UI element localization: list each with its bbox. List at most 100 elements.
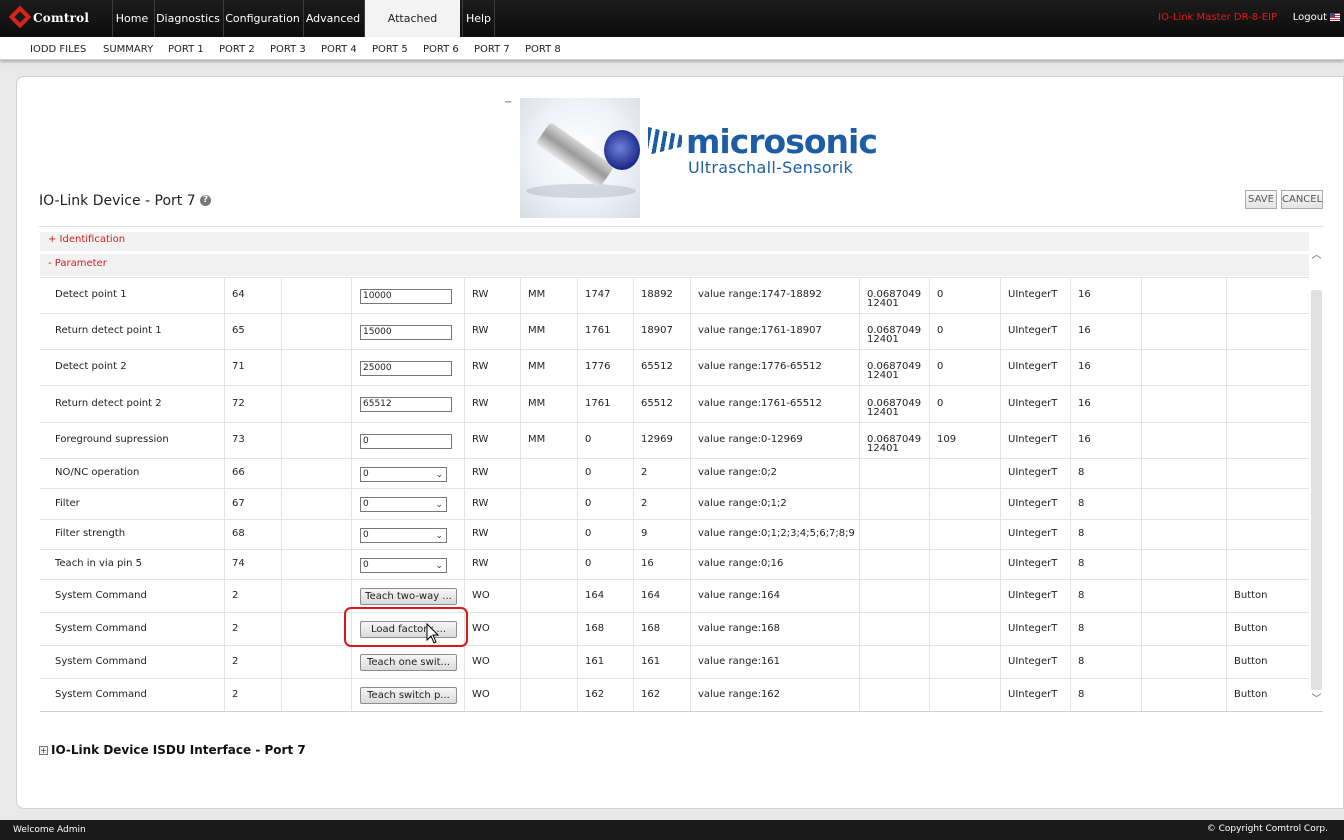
- system-command-button[interactable]: Teach two-way ...: [360, 588, 457, 605]
- subnav-port-7[interactable]: PORT 7: [474, 44, 510, 55]
- expand-isdu-icon[interactable]: +: [39, 746, 48, 755]
- table-cell: [281, 459, 351, 488]
- table-cell: [1226, 550, 1309, 579]
- comtrol-logo-icon: [8, 5, 32, 29]
- table-cell: UIntegerT: [1000, 550, 1070, 579]
- cell-range: value range:0;16: [698, 558, 784, 569]
- table-cell: 8: [1070, 679, 1141, 711]
- table-cell: value range:0;1;2: [690, 489, 859, 519]
- cell-bits: 16: [1078, 361, 1091, 372]
- scroll-down-icon[interactable]: ﹀: [1311, 690, 1322, 705]
- table-cell: 25000: [351, 350, 464, 385]
- parameter-section-toggle[interactable]: - Parameter: [40, 254, 1309, 276]
- subnav-port-8[interactable]: PORT 8: [525, 44, 561, 55]
- table-cell: Filter: [40, 489, 224, 519]
- table-cell: 1761: [577, 314, 633, 349]
- top-nav-bar: Comtrol Home Diagnostics Configuration A…: [0, 0, 1344, 62]
- table-row: Detect point 2 71 25000 RW MM 1776 65512 value …: [40, 349, 1309, 385]
- cell-index: 2: [232, 655, 239, 667]
- value-input[interactable]: 10000: [360, 288, 452, 304]
- table-cell: [281, 679, 351, 711]
- value-select[interactable]: 0 ⌄: [360, 557, 447, 573]
- value-select[interactable]: 0 ⌄: [360, 466, 447, 482]
- table-cell: UIntegerT: [1000, 613, 1070, 645]
- system-command-button[interactable]: Teach one swit...: [360, 654, 457, 671]
- subnav-port-5[interactable]: PORT 5: [372, 44, 408, 55]
- subnav-port-1[interactable]: PORT 1: [168, 44, 204, 55]
- welcome-text: Welcome Admin: [13, 825, 86, 835]
- table-cell: [281, 278, 351, 313]
- save-button[interactable]: SAVE: [1245, 190, 1277, 209]
- table-cell: 8: [1070, 550, 1141, 579]
- system-command-button[interactable]: Teach switch p...: [360, 687, 457, 704]
- vendor-subtitle: Ultraschall-Sensorik: [688, 158, 854, 177]
- table-cell: [520, 550, 577, 579]
- nav-advanced[interactable]: Advanced: [303, 0, 362, 37]
- highlight-annotation: [344, 607, 468, 647]
- comtrol-logo[interactable]: Comtrol: [8, 5, 89, 29]
- table-cell: Detect point 2: [40, 350, 224, 385]
- table-cell: 1761: [577, 386, 633, 422]
- table-cell: Teach switch p...: [351, 679, 464, 711]
- collapse-image-toggle[interactable]: −: [504, 97, 512, 108]
- table-row: System Command 2 Teach switch p... WO 162 162…: [40, 678, 1309, 711]
- table-cell: [520, 580, 577, 612]
- scrollbar-thumb[interactable]: [1311, 290, 1322, 690]
- nav-attached-devices[interactable]: Attached Devices: [364, 0, 460, 62]
- table-cell: value range:162: [690, 679, 859, 711]
- table-cell: [929, 550, 1000, 579]
- value-input[interactable]: 25000: [360, 360, 452, 376]
- table-cell: [1141, 386, 1226, 422]
- us-flag-icon[interactable]: [1330, 13, 1340, 21]
- cell-grad: 0.0687049 12401: [867, 361, 922, 381]
- nav-home[interactable]: Home: [112, 0, 151, 37]
- cell-max: 18907: [641, 325, 673, 336]
- value-input[interactable]: 65512: [360, 397, 452, 412]
- cancel-button[interactable]: CANCEL: [1281, 190, 1323, 209]
- cell-min: 1776: [585, 361, 611, 372]
- value-input[interactable]: 15000: [360, 324, 452, 340]
- table-cell: [281, 646, 351, 678]
- cell-access: RW: [472, 397, 489, 409]
- subnav-port-6[interactable]: PORT 6: [423, 44, 459, 55]
- table-cell: 0: [929, 314, 1000, 349]
- logout-link[interactable]: Logout: [1293, 12, 1327, 23]
- nav-configuration[interactable]: Configuration: [223, 0, 301, 37]
- nav-diagnostics[interactable]: Diagnostics: [154, 0, 221, 37]
- value-select[interactable]: 0 ⌄: [360, 527, 447, 543]
- identification-section-toggle[interactable]: + Identification: [40, 232, 1309, 251]
- table-cell: RW: [464, 386, 520, 422]
- cell-max: 16: [641, 558, 654, 569]
- scroll-up-icon[interactable]: ︿: [1311, 246, 1322, 261]
- cell-extra: Button: [1234, 655, 1268, 667]
- nav-help[interactable]: Help: [462, 0, 495, 37]
- isdu-section-title[interactable]: IO-Link Device ISDU Interface - Port 7: [51, 743, 306, 757]
- cell-access: RW: [472, 528, 489, 539]
- table-cell: [1141, 580, 1226, 612]
- cell-extra: Button: [1234, 622, 1268, 634]
- table-row: Filter strength 68 0 ⌄ RW 0 9 value range:0;1;2…: [40, 519, 1309, 549]
- subnav-port-4[interactable]: PORT 4: [321, 44, 357, 55]
- table-cell: 2: [224, 679, 281, 711]
- table-row: System Command 2 Teach two-way ... WO 164 164…: [40, 579, 1309, 612]
- cell-range: value range:0;1;2;3;4;5;6;7;8;9: [698, 528, 855, 539]
- cell-max: 12969: [641, 434, 673, 445]
- value-input[interactable]: 0: [360, 433, 452, 449]
- subnav-port-3[interactable]: PORT 3: [270, 44, 306, 55]
- cell-min: 0: [585, 467, 592, 478]
- help-icon[interactable]: ?: [200, 195, 211, 206]
- table-cell: [1226, 278, 1309, 313]
- table-cell: 9: [633, 520, 690, 549]
- subnav-summary[interactable]: SUMMARY: [103, 44, 153, 55]
- subnav-port-2[interactable]: PORT 2: [219, 44, 255, 55]
- table-cell: 0.0687049 12401: [859, 386, 929, 422]
- cell-access: WO: [472, 622, 490, 634]
- table-cell: [929, 489, 1000, 519]
- cell-min: 0: [585, 434, 592, 445]
- value-select[interactable]: 0 ⌄: [360, 497, 447, 512]
- cell-index: 73: [232, 434, 245, 445]
- parameter-table: + Identification - Parameter Detect poin…: [40, 232, 1323, 712]
- cell-max: 9: [641, 528, 648, 539]
- subnav-iodd-files[interactable]: IODD FILES: [30, 44, 86, 55]
- cell-name: System Command: [55, 688, 147, 700]
